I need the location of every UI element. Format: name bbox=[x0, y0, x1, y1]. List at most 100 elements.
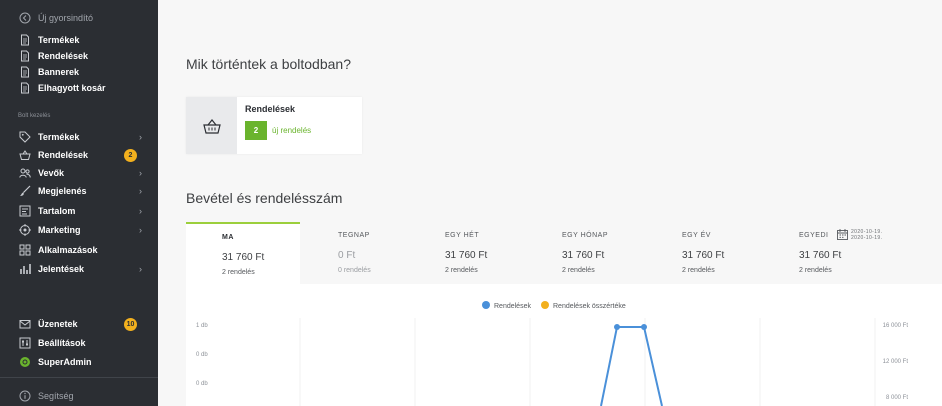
y-right-tick-label: 12 000 Ft bbox=[883, 359, 909, 365]
superadmin-icon bbox=[18, 355, 32, 369]
revenue-section-title: Bevétel és rendelésszám bbox=[186, 190, 343, 206]
menu-item-label: Termékek bbox=[38, 132, 80, 142]
revenue-chart: Rendelések Rendelések összértéke 1 db 0 db 0… bbox=[186, 284, 942, 406]
menu-item-label: Alkalmazások bbox=[38, 245, 98, 255]
info-icon bbox=[18, 389, 32, 403]
tab-revenue: 31 760 Ft bbox=[562, 250, 605, 261]
data-point bbox=[614, 324, 620, 330]
tab-yesterday[interactable]: TEGNAP 0 Ft 0 rendelés bbox=[300, 222, 410, 284]
chevron-right-icon: › bbox=[139, 264, 142, 274]
quick-item-label: Bannerek bbox=[38, 67, 80, 77]
quick-item-label: Termékek bbox=[38, 35, 80, 45]
tab-label: EGY HÓNAP bbox=[562, 232, 608, 239]
tab-label: EGYEDI bbox=[799, 232, 829, 239]
apps-icon bbox=[18, 243, 32, 257]
section-label: Bolt kezelés bbox=[18, 113, 51, 119]
menu-item-orders[interactable]: Rendelések 2 bbox=[0, 147, 158, 163]
quick-item-abandoned-cart[interactable]: Elhagyott kosár bbox=[0, 80, 158, 96]
orders-card[interactable]: Rendelések 2 új rendelés bbox=[186, 97, 362, 154]
mail-icon bbox=[18, 317, 32, 331]
new-orders-count: 2 bbox=[245, 121, 267, 140]
menu-item-label: Megjelenés bbox=[38, 186, 87, 196]
content-icon bbox=[18, 204, 32, 218]
quick-item-label: Rendelések bbox=[38, 51, 89, 61]
revenue-stats: MA 31 760 Ft 2 rendelés TEGNAP 0 Ft 0 re… bbox=[186, 222, 942, 406]
data-point bbox=[641, 324, 647, 330]
document-icon bbox=[18, 81, 32, 95]
tab-week[interactable]: EGY HÉT 31 760 Ft 2 rendelés bbox=[410, 222, 525, 284]
tab-revenue: 31 760 Ft bbox=[222, 252, 265, 263]
menu-item-superadmin[interactable]: SuperAdmin bbox=[0, 354, 158, 370]
tab-order-count: 0 rendelés bbox=[338, 267, 371, 274]
tab-revenue: 31 760 Ft bbox=[799, 250, 842, 261]
menu-item-apps[interactable]: Alkalmazások bbox=[0, 242, 158, 258]
sidebar-divider bbox=[0, 377, 158, 378]
tab-label: TEGNAP bbox=[338, 232, 370, 239]
document-icon bbox=[18, 33, 32, 47]
chevron-right-icon: › bbox=[139, 132, 142, 142]
settings-icon bbox=[18, 336, 32, 350]
menu-item-label: Rendelések bbox=[38, 150, 89, 160]
menu-item-label: Üzenetek bbox=[38, 319, 78, 329]
chevron-right-icon: › bbox=[139, 186, 142, 196]
quick-item-orders[interactable]: Rendelések bbox=[0, 48, 158, 64]
quick-item-banners[interactable]: Bannerek bbox=[0, 64, 158, 80]
tab-label: EGY HÉT bbox=[445, 232, 480, 239]
y-right-tick-label: 16 000 Ft bbox=[883, 323, 909, 329]
tab-revenue: 0 Ft bbox=[338, 250, 356, 261]
tag-icon bbox=[18, 130, 32, 144]
legend-swatch bbox=[482, 301, 490, 309]
menu-item-appearance[interactable]: Megjelenés › bbox=[0, 183, 158, 199]
menu-item-products[interactable]: Termékek › bbox=[0, 129, 158, 145]
y-left-tick-label: 0 db bbox=[196, 352, 208, 358]
tab-order-count: 2 rendelés bbox=[445, 267, 478, 274]
page-title: Mik történtek a boltodban? bbox=[186, 56, 351, 72]
arrow-left-circle-icon bbox=[18, 11, 32, 25]
help-label: Segítség bbox=[38, 391, 74, 401]
document-icon bbox=[18, 65, 32, 79]
main-content: Mik történtek a boltodban? Rendelések 2 … bbox=[158, 0, 942, 406]
menu-item-marketing[interactable]: Marketing › bbox=[0, 222, 158, 238]
menu-item-label: SuperAdmin bbox=[38, 357, 92, 367]
tab-label: MA bbox=[222, 234, 234, 241]
legend-label: Rendelések összértéke bbox=[553, 303, 626, 310]
tab-order-count: 2 rendelés bbox=[799, 267, 832, 274]
tab-order-count: 2 rendelés bbox=[562, 267, 595, 274]
legend-label: Rendelések bbox=[494, 303, 531, 310]
new-orders-link[interactable]: új rendelés bbox=[272, 126, 311, 135]
document-icon bbox=[18, 49, 32, 63]
target-icon bbox=[18, 223, 32, 237]
tab-today[interactable]: MA 31 760 Ft 2 rendelés bbox=[186, 222, 300, 284]
quick-item-label: Elhagyott kosár bbox=[38, 83, 106, 93]
chevron-right-icon: › bbox=[139, 225, 142, 235]
menu-item-label: Jelentések bbox=[38, 264, 85, 274]
menu-item-customers[interactable]: Vevők › bbox=[0, 165, 158, 181]
calendar-icon[interactable] bbox=[837, 229, 848, 240]
menu-item-messages[interactable]: Üzenetek 10 bbox=[0, 316, 158, 332]
legend-swatch bbox=[541, 301, 549, 309]
menu-item-reports[interactable]: Jelentések › bbox=[0, 261, 158, 277]
help-link[interactable]: Segítség bbox=[0, 388, 158, 404]
tab-revenue: 31 760 Ft bbox=[682, 250, 725, 261]
tab-month[interactable]: EGY HÓNAP 31 760 Ft 2 rendelés bbox=[525, 222, 646, 284]
quick-item-products[interactable]: Termékek bbox=[0, 32, 158, 48]
tab-order-count: 2 rendelés bbox=[682, 267, 715, 274]
y-left-tick-label: 0 db bbox=[196, 381, 208, 387]
back-label: Új gyorsindító bbox=[38, 13, 94, 23]
menu-item-content[interactable]: Tartalom › bbox=[0, 203, 158, 219]
back-to-quickstart[interactable]: Új gyorsindító bbox=[0, 10, 158, 26]
y-left-tick-label: 1 db bbox=[196, 323, 208, 329]
chevron-right-icon: › bbox=[139, 206, 142, 216]
menu-item-label: Marketing bbox=[38, 225, 81, 235]
tab-year[interactable]: EGY ÉV 31 760 Ft 2 rendelés bbox=[646, 222, 764, 284]
tab-order-count: 2 rendelés bbox=[222, 269, 255, 276]
bar-chart-icon bbox=[18, 262, 32, 276]
orders-count-badge: 2 bbox=[124, 148, 137, 162]
chart-svg: Rendelések Rendelések összértéke 1 db 0 db 0… bbox=[196, 301, 909, 406]
messages-count-badge: 10 bbox=[124, 317, 137, 331]
menu-item-settings[interactable]: Beállítások bbox=[0, 335, 158, 351]
series-line-orders bbox=[600, 326, 663, 406]
users-icon bbox=[18, 166, 32, 180]
custom-date-range[interactable]: 2020-10-19. 2020-10-19. bbox=[851, 229, 882, 241]
sidebar: Új gyorsindító Termékek Rendelések Banne… bbox=[0, 0, 158, 406]
